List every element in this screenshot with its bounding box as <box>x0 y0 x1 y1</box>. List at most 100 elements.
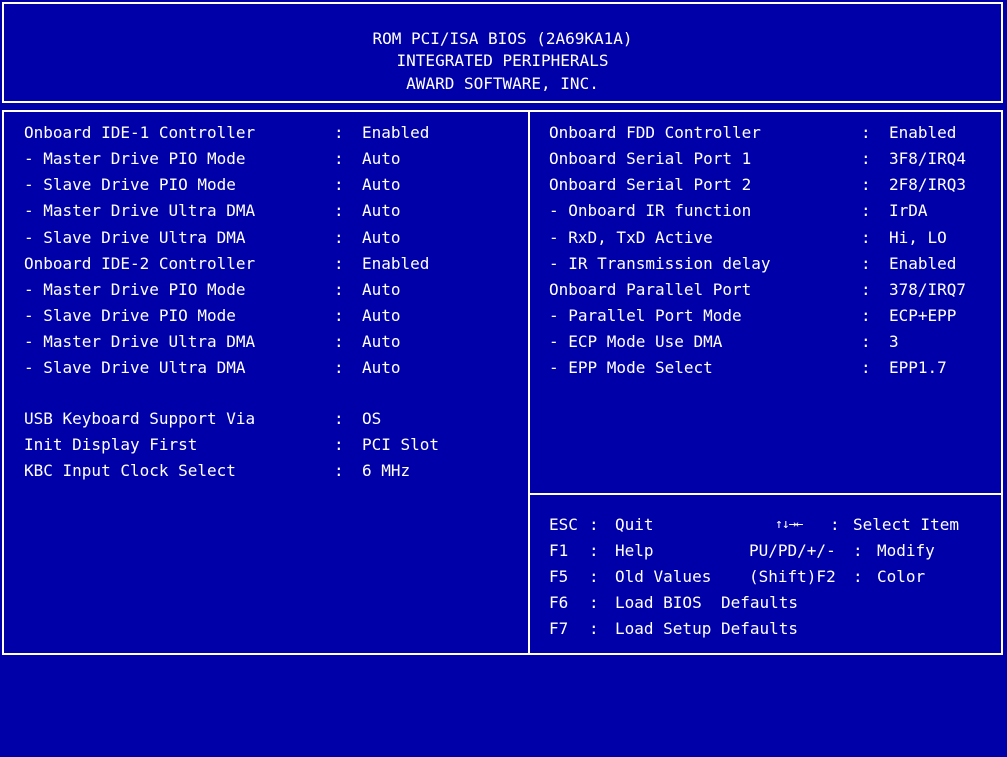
setting-parallel-port-mode[interactable]: - Parallel Port Mode : ECP+EPP <box>549 304 1001 328</box>
setting-ir-transmission-delay[interactable]: - IR Transmission delay : Enabled <box>549 252 1001 276</box>
setting-kbc-input-clock[interactable]: KBC Input Clock Select : 6 MHz <box>24 459 524 483</box>
color-description: Color <box>877 567 926 586</box>
setting-separator: : <box>861 306 871 325</box>
setting-value[interactable]: 378/IRQ7 <box>889 278 966 302</box>
setting-label: - Master Drive Ultra DMA <box>24 201 256 220</box>
help-divider <box>528 493 1003 495</box>
setting-separator: : <box>861 332 871 351</box>
setting-value[interactable]: PCI Slot <box>362 433 439 457</box>
setting-epp-mode-select[interactable]: - EPP Mode Select : EPP1.7 <box>549 356 1001 380</box>
setting-value[interactable]: Auto <box>362 226 401 250</box>
setting-separator: : <box>334 306 344 325</box>
help-row-esc: ESC : Quit ↑↓→← : Select Item <box>549 513 1001 537</box>
setting-separator: : <box>334 280 344 299</box>
help-row-f1: F1 : Help PU/PD/+/- : Modify <box>549 539 1001 563</box>
setting-label: - RxD, TxD Active <box>549 228 713 247</box>
help-separator: : <box>589 619 599 638</box>
setting-ide1-slave-udma[interactable]: - Slave Drive Ultra DMA : Auto <box>24 226 524 250</box>
setting-value[interactable]: Auto <box>362 304 401 328</box>
setting-separator: : <box>334 228 344 247</box>
setting-ide1-slave-pio[interactable]: - Slave Drive PIO Mode : Auto <box>24 173 524 197</box>
setting-value[interactable]: IrDA <box>889 199 928 223</box>
setting-value[interactable]: 6 MHz <box>362 459 410 483</box>
f7-description: Load Setup Defaults <box>615 619 799 638</box>
setting-value[interactable]: EPP1.7 <box>889 356 947 380</box>
setting-separator: : <box>334 358 344 377</box>
setting-ecp-mode-dma[interactable]: - ECP Mode Use DMA : 3 <box>549 330 1001 354</box>
setting-value[interactable]: 2F8/IRQ3 <box>889 173 966 197</box>
setting-separator: : <box>334 254 344 273</box>
setting-label: USB Keyboard Support Via <box>24 409 256 428</box>
setting-label: KBC Input Clock Select <box>24 461 236 480</box>
setting-usb-keyboard-support[interactable]: USB Keyboard Support Via : OS <box>24 407 524 431</box>
setting-label: Onboard IDE-1 Controller <box>24 123 256 142</box>
setting-ide1-master-udma[interactable]: - Master Drive Ultra DMA : Auto <box>24 199 524 223</box>
setting-value[interactable]: Auto <box>362 356 401 380</box>
setting-init-display-first[interactable]: Init Display First : PCI Slot <box>24 433 524 457</box>
setting-value[interactable]: ECP+EPP <box>889 304 956 328</box>
setting-value[interactable]: 3F8/IRQ4 <box>889 147 966 171</box>
f1-key: F1 <box>549 541 569 560</box>
arrows-description: Select Item <box>853 515 959 534</box>
f5-key: F5 <box>549 567 569 586</box>
vendor-name: AWARD SOFTWARE, INC. <box>406 74 599 93</box>
setting-rxd-txd-active[interactable]: - RxD, TxD Active : Hi, LO <box>549 226 1001 250</box>
setting-separator: : <box>861 358 871 377</box>
setting-separator: : <box>334 435 344 454</box>
f5-description: Old Values <box>615 567 712 586</box>
setting-value[interactable]: Auto <box>362 330 401 354</box>
setting-value[interactable]: Enabled <box>362 121 429 145</box>
f6-key: F6 <box>549 593 569 612</box>
setting-label: - Slave Drive PIO Mode <box>24 306 236 325</box>
setting-serial-port-1[interactable]: Onboard Serial Port 1 : 3F8/IRQ4 <box>549 147 1001 171</box>
setting-ide2-master-udma[interactable]: - Master Drive Ultra DMA : Auto <box>24 330 524 354</box>
shift-f2-key: (Shift)F2 <box>749 567 836 586</box>
setting-onboard-fdd-controller[interactable]: Onboard FDD Controller : Enabled <box>549 121 1001 145</box>
help-separator: : <box>589 567 599 586</box>
setting-value[interactable]: Auto <box>362 173 401 197</box>
setting-parallel-port[interactable]: Onboard Parallel Port : 378/IRQ7 <box>549 278 1001 302</box>
setting-label: - Master Drive PIO Mode <box>24 280 246 299</box>
pageup-pagedown-key: PU/PD/+/- <box>749 541 836 560</box>
setting-value[interactable]: Enabled <box>889 121 956 145</box>
setting-ide2-master-pio[interactable]: - Master Drive PIO Mode : Auto <box>24 278 524 302</box>
bios-title: ROM PCI/ISA BIOS (2A69KA1A) <box>372 29 633 48</box>
setting-value[interactable]: Hi, LO <box>889 226 947 250</box>
setting-value[interactable]: Auto <box>362 199 401 223</box>
bios-screen: ROM PCI/ISA BIOS (2A69KA1A) INTEGRATED P… <box>0 0 1007 655</box>
setting-separator: : <box>861 280 871 299</box>
setting-label: Onboard Parallel Port <box>549 280 752 299</box>
setting-ide2-slave-udma[interactable]: - Slave Drive Ultra DMA : Auto <box>24 356 524 380</box>
setting-value[interactable]: Auto <box>362 278 401 302</box>
setting-value[interactable]: OS <box>362 407 381 431</box>
setting-onboard-ide1-controller[interactable]: Onboard IDE-1 Controller : Enabled <box>24 121 524 145</box>
setting-label: Onboard Serial Port 2 <box>549 175 752 194</box>
setting-ide1-master-pio[interactable]: - Master Drive PIO Mode : Auto <box>24 147 524 171</box>
arrow-keys-icon: ↑↓→← <box>775 517 803 532</box>
setting-label: - Master Drive PIO Mode <box>24 149 246 168</box>
setting-value[interactable]: Enabled <box>889 252 956 276</box>
setting-separator: : <box>334 332 344 351</box>
setting-separator: : <box>334 175 344 194</box>
setting-onboard-ide2-controller[interactable]: Onboard IDE-2 Controller : Enabled <box>24 252 524 276</box>
setting-value[interactable]: Auto <box>362 147 401 171</box>
setting-ir-function[interactable]: - Onboard IR function : IrDA <box>549 199 1001 223</box>
setting-separator: : <box>861 149 871 168</box>
setting-separator: : <box>861 175 871 194</box>
setting-value[interactable]: Enabled <box>362 252 429 276</box>
setting-label: Onboard FDD Controller <box>549 123 761 142</box>
setting-value[interactable]: 3 <box>889 330 899 354</box>
page-title: INTEGRATED PERIPHERALS <box>396 51 609 70</box>
setting-label: Onboard IDE-2 Controller <box>24 254 256 273</box>
help-row-f5: F5 : Old Values (Shift)F2 : Color <box>549 565 1001 589</box>
setting-label: - Slave Drive PIO Mode <box>24 175 236 194</box>
setting-serial-port-2[interactable]: Onboard Serial Port 2 : 2F8/IRQ3 <box>549 173 1001 197</box>
esc-key: ESC <box>549 515 578 534</box>
setting-ide2-slave-pio[interactable]: - Slave Drive PIO Mode : Auto <box>24 304 524 328</box>
setting-label: - Onboard IR function <box>549 201 752 220</box>
esc-description: Quit <box>615 515 654 534</box>
f1-description: Help <box>615 541 654 560</box>
f7-key: F7 <box>549 619 569 638</box>
help-separator: : <box>830 515 840 534</box>
help-row-f6: F6 : Load BIOS Defaults <box>549 591 1001 615</box>
